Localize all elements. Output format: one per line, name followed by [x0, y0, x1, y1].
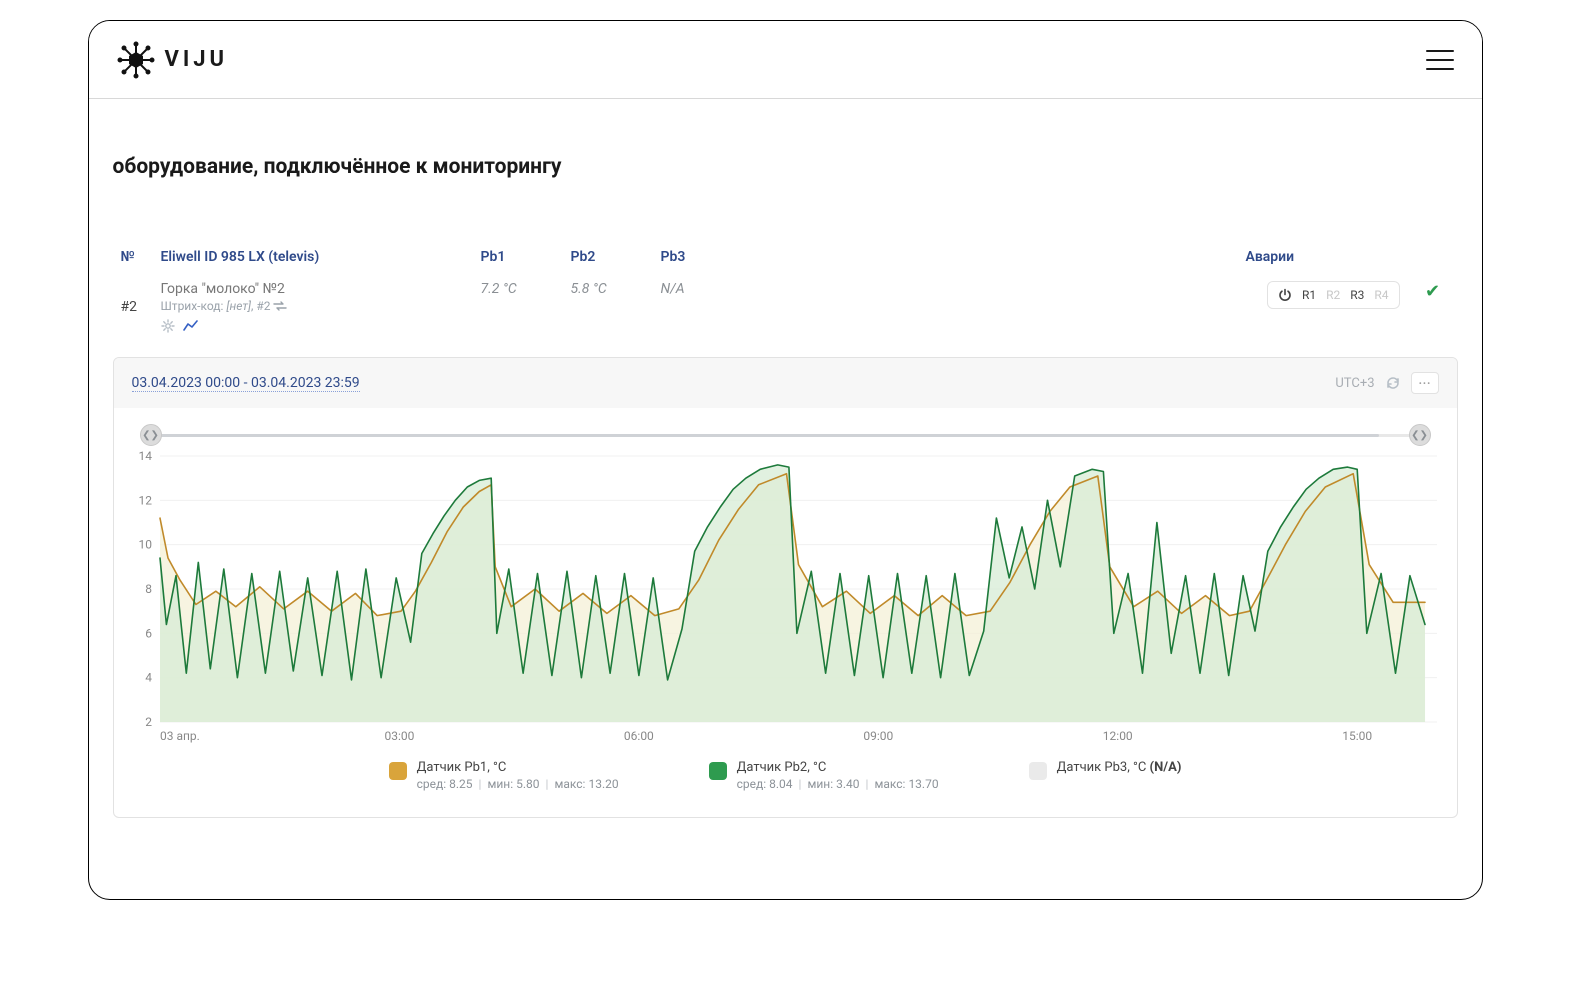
svg-text:4: 4 [145, 671, 152, 685]
refresh-icon[interactable] [1385, 375, 1401, 391]
page-title: оборудование, подключённое к мониторингу [113, 155, 1458, 179]
brand-logo[interactable]: VIJU [117, 41, 228, 79]
svg-text:06:00: 06:00 [623, 729, 653, 743]
scrubber-handle-left[interactable]: ❮❯ [140, 424, 162, 446]
chart-card: 03.04.2023 00:00 - 03.04.2023 23:59 UTC+… [113, 357, 1458, 818]
brand-text: VIJU [165, 47, 228, 72]
brand-mark-icon [117, 41, 155, 79]
chart-area: ❮❯ ❮❯ 2 4 6 8 10 12 14 03 апр. 03:00 06:00 09:00 12… [114, 408, 1457, 817]
time-scrubber[interactable]: ❮❯ ❮❯ [134, 426, 1437, 444]
svg-text:14: 14 [138, 450, 152, 463]
pb1-value: 7.2 °С [481, 281, 517, 297]
legend-pb1[interactable]: Датчик Pb1, °C сред: 8.25|мин: 5.80|макс… [389, 760, 619, 791]
line-chart[interactable]: 2 4 6 8 10 12 14 03 апр. 03:00 06:00 09:00 12:00 15:… [124, 450, 1447, 750]
pb3-value: N/A [661, 281, 685, 297]
device-subrow: Штрих-код: [нет], #2 [161, 299, 465, 313]
legend-title-pb2: Датчик Pb2, °C [737, 760, 939, 775]
row-num: #2 [113, 275, 153, 339]
chart-legend: Датчик Pb1, °C сред: 8.25|мин: 5.80|макс… [124, 760, 1447, 791]
svg-text:12:00: 12:00 [1102, 729, 1132, 743]
svg-text:09:00: 09:00 [863, 729, 893, 743]
col-device[interactable]: Eliwell ID 985 LX (televis) [153, 239, 473, 275]
legend-swatch-pb1 [389, 762, 407, 780]
device-name: Горка "молоко" №2 [161, 281, 465, 297]
svg-text:10: 10 [138, 538, 152, 552]
pb2-value: 5.8 °С [571, 281, 607, 297]
relay-chip[interactable]: R1 R2 R3 R4 [1267, 281, 1400, 309]
page-body: оборудование, подключённое к мониторингу… [89, 99, 1482, 842]
relay-r4: R4 [1374, 288, 1388, 302]
col-pb3[interactable]: Pb3 [653, 239, 743, 275]
legend-stats-pb1: сред: 8.25|мин: 5.80|макс: 13.20 [417, 777, 619, 791]
legend-stats-pb2: сред: 8.04|мин: 3.40|макс: 13.70 [737, 777, 939, 791]
svg-text:15:00: 15:00 [1342, 729, 1372, 743]
barcode-value: [нет] [226, 299, 251, 313]
svg-text:6: 6 [145, 626, 152, 640]
col-num[interactable]: № [113, 239, 153, 275]
child-index: #2 [256, 299, 270, 313]
legend-title-pb1: Датчик Pb1, °C [417, 760, 619, 775]
svg-text:12: 12 [138, 493, 152, 507]
devices-table: № Eliwell ID 985 LX (televis) Pb1 Pb2 Pb… [113, 239, 1458, 339]
legend-swatch-pb3 [1029, 762, 1047, 780]
relay-r3: R3 [1350, 288, 1364, 302]
table-row[interactable]: #2 Горка "молоко" №2 Штрих-код: [нет], #… [113, 275, 1458, 339]
status-ok-icon: ✔ [1425, 281, 1440, 302]
swap-icon [273, 301, 287, 311]
svg-text:03 апр.: 03 апр. [160, 729, 200, 743]
svg-text:8: 8 [145, 582, 152, 596]
col-pb2[interactable]: Pb2 [563, 239, 653, 275]
chart-toolbar: 03.04.2023 00:00 - 03.04.2023 23:59 UTC+… [114, 358, 1457, 408]
topbar: VIJU [89, 21, 1482, 99]
legend-swatch-pb2 [709, 762, 727, 780]
power-icon [1278, 288, 1292, 302]
barcode-label: Штрих-код: [161, 299, 224, 313]
relay-r2: R2 [1326, 288, 1340, 302]
chart-menu-button[interactable]: ··· [1411, 372, 1439, 394]
col-pb1[interactable]: Pb1 [473, 239, 563, 275]
col-alarm[interactable]: Аварии [1238, 239, 1408, 275]
menu-button[interactable] [1426, 50, 1454, 70]
legend-pb2[interactable]: Датчик Pb2, °C сред: 8.04|мин: 3.40|макс… [709, 760, 939, 791]
gear-icon[interactable] [161, 319, 175, 333]
legend-title-pb3: Датчик Pb3, °C (N/A) [1057, 760, 1182, 775]
date-range[interactable]: 03.04.2023 00:00 - 03.04.2023 23:59 [132, 375, 360, 392]
svg-text:03:00: 03:00 [384, 729, 414, 743]
relay-r1: R1 [1302, 288, 1316, 302]
chart-icon[interactable] [183, 319, 199, 333]
legend-pb3[interactable]: Датчик Pb3, °C (N/A) [1029, 760, 1182, 791]
scrubber-handle-right[interactable]: ❮❯ [1409, 424, 1431, 446]
svg-text:2: 2 [145, 715, 152, 729]
timezone-label[interactable]: UTC+3 [1335, 376, 1374, 391]
app-window: VIJU оборудование, подключённое к монито… [88, 20, 1483, 900]
